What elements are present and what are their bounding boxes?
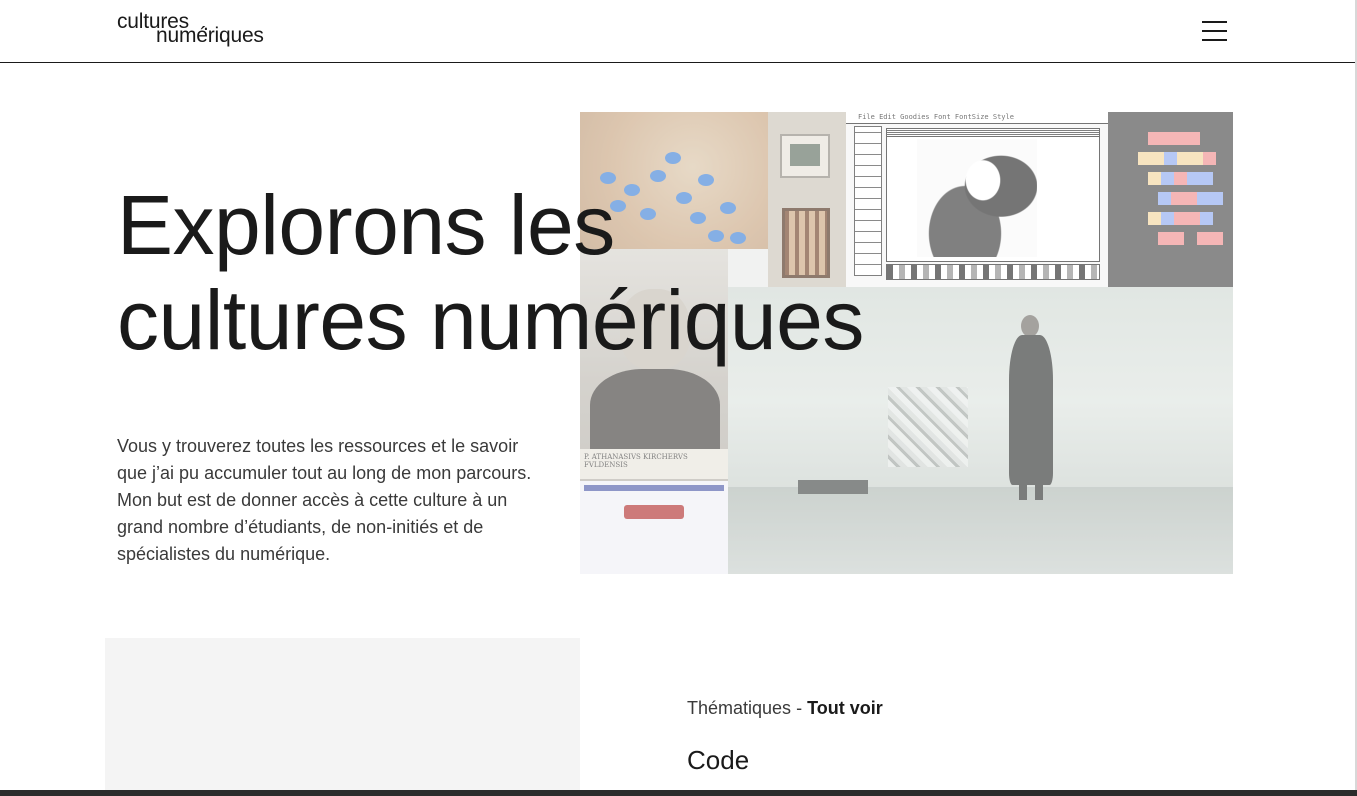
thematiques-label: Thématiques bbox=[687, 698, 792, 718]
site-logo[interactable]: cultures . numériques bbox=[117, 11, 287, 51]
hero-title: Explorons les cultures numériques bbox=[117, 178, 957, 368]
logo-line-numeriques: numériques bbox=[156, 24, 264, 47]
hero-description: Vous y trouverez toutes les ressources e… bbox=[117, 436, 532, 564]
thematiques-image-placeholder bbox=[105, 638, 580, 796]
site-header: cultures . numériques bbox=[0, 0, 1355, 63]
macpaint-menubar: File Edit Goodies Font FontSize Style bbox=[846, 112, 1108, 124]
bottom-edge-strip bbox=[0, 790, 1357, 796]
thematiques-separator: - bbox=[791, 698, 808, 718]
thematiques-heading: Thématiques - Tout voir bbox=[687, 696, 883, 720]
hamburger-menu-icon[interactable] bbox=[1200, 19, 1230, 43]
collage-tile-old-website bbox=[580, 481, 728, 574]
menu-bar-top bbox=[1202, 21, 1227, 23]
menu-bar-middle bbox=[1202, 30, 1227, 32]
category-title-code[interactable]: Code bbox=[687, 744, 749, 776]
hero-title-line1: Explorons les bbox=[117, 178, 615, 272]
see-all-link[interactable]: Tout voir bbox=[807, 698, 883, 718]
portrait-caption: P. ATHANASIVS KIRCHERVS FVLDENSIS bbox=[580, 449, 728, 479]
hero-title-line2: cultures numériques bbox=[117, 273, 864, 367]
menu-bar-bottom bbox=[1202, 39, 1227, 41]
collage-tile-pixel-mario bbox=[1108, 112, 1233, 287]
